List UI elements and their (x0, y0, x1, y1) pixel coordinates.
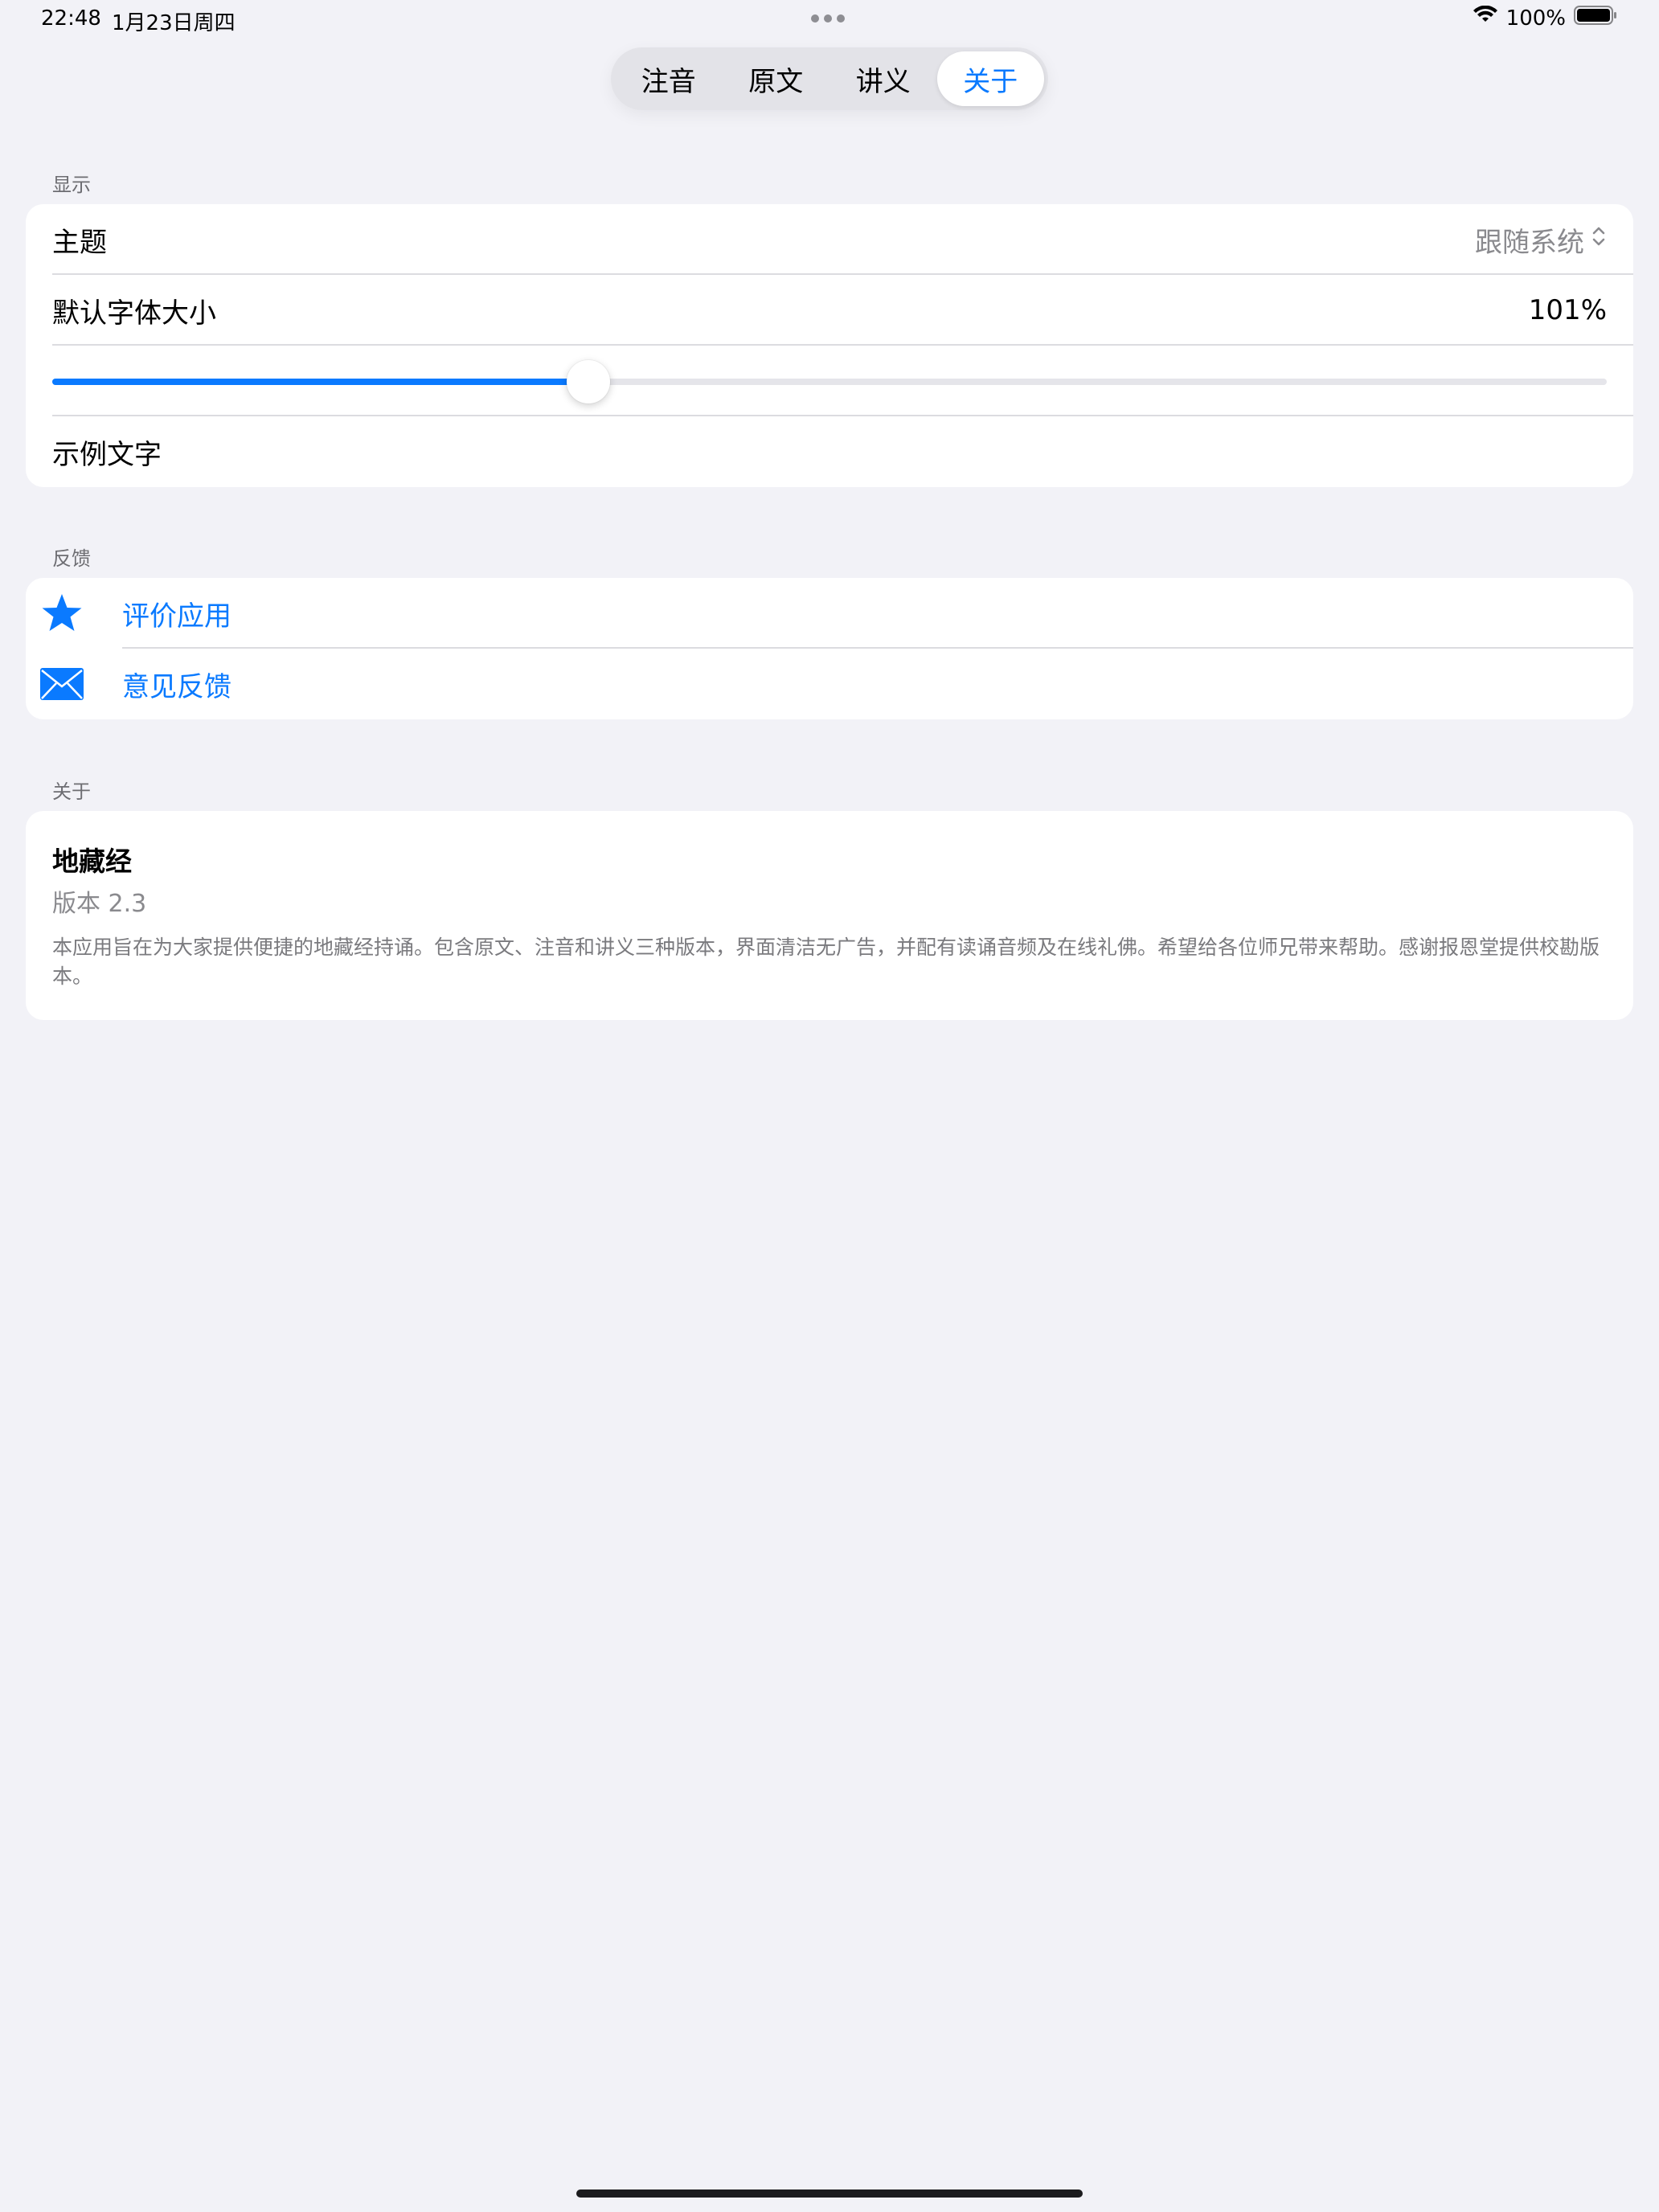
app-description: 本应用旨在为大家提供便捷的地藏经持诵。包含原文、注音和讲义三种版本，界面清洁无广… (52, 936, 1600, 988)
battery-percent: 100% (1505, 6, 1566, 31)
theme-label: 主题 (52, 226, 107, 259)
wifi-icon (1473, 5, 1498, 31)
tab-zhuyin[interactable]: 注音 (615, 51, 723, 106)
status-indicators: 100% (1473, 5, 1617, 31)
font-size-row: 默认字体大小 101% (26, 275, 1633, 346)
tab-guanyu[interactable]: 关于 (936, 51, 1044, 106)
battery-icon (1574, 5, 1617, 31)
feedback-section-header: 反馈 (52, 547, 91, 570)
about-card: 地藏经 版本 2.3 本应用旨在为大家提供便捷的地藏经持诵。包含原文、注音和讲义… (26, 811, 1633, 1020)
display-card: 主题 跟随系统 默认字体大小 101% 示例文字 (26, 204, 1633, 487)
tab-jiangyi[interactable]: 讲义 (830, 51, 937, 106)
home-indicator[interactable] (576, 2189, 1083, 2198)
status-time: 22:48 (41, 6, 101, 31)
theme-value: 跟随系统 (1475, 226, 1584, 259)
font-size-value: 101% (1528, 294, 1607, 326)
slider-fill (52, 379, 589, 385)
multitasking-dots-icon[interactable] (811, 14, 845, 23)
sample-text-row: 示例文字 (26, 416, 1633, 487)
chevron-up-down-icon (1591, 223, 1607, 256)
feedback-row[interactable]: 意见反馈 (26, 649, 1633, 719)
envelope-icon (26, 649, 122, 719)
feedback-card: 评价应用 意见反馈 (26, 578, 1633, 719)
slider-thumb[interactable] (567, 360, 611, 403)
about-section-header: 关于 (52, 780, 91, 803)
status-date: 1月23日周四 (112, 11, 236, 35)
star-icon (26, 578, 122, 649)
settings-screen: 22:48 1月23日周四 100% 注音 原文 讲义 关于 显示 主题 跟随系… (0, 0, 1659, 2212)
app-version: 版本 2.3 (52, 890, 147, 918)
sample-text: 示例文字 (52, 438, 162, 471)
rate-app-label: 评价应用 (122, 600, 231, 633)
theme-picker[interactable]: 跟随系统 (1475, 220, 1607, 260)
tab-bar: 注音 原文 讲义 关于 (611, 47, 1048, 110)
theme-row[interactable]: 主题 跟随系统 (26, 204, 1633, 275)
display-section-header: 显示 (52, 174, 91, 196)
font-size-slider[interactable] (26, 346, 1633, 416)
feedback-label: 意见反馈 (122, 670, 231, 703)
slider-track[interactable] (52, 360, 1607, 403)
app-name: 地藏经 (52, 846, 132, 877)
font-size-label: 默认字体大小 (52, 297, 216, 330)
rate-app-row[interactable]: 评价应用 (26, 578, 1633, 649)
tab-yuanwen[interactable]: 原文 (723, 51, 830, 106)
